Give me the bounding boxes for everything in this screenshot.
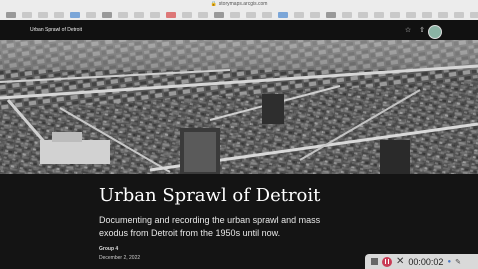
story-date: December 2, 2022 xyxy=(99,255,141,261)
bookmark-item[interactable] xyxy=(358,11,368,18)
bookmarks-bar xyxy=(6,10,478,19)
star-icon[interactable]: ☆ xyxy=(405,26,411,34)
bookmark-item[interactable] xyxy=(310,11,320,18)
bookmark-item[interactable] xyxy=(38,11,48,18)
bookmark-item[interactable] xyxy=(86,11,96,18)
bookmark-item[interactable] xyxy=(22,11,32,18)
bookmark-item[interactable] xyxy=(406,11,416,18)
story-subtitle: Documenting and recording the urban spra… xyxy=(99,215,321,238)
bookmark-item[interactable] xyxy=(278,11,288,18)
avatar[interactable] xyxy=(428,25,442,39)
pen-icon[interactable]: ✎ xyxy=(455,258,461,266)
stop-icon[interactable] xyxy=(371,258,378,265)
recording-timer: 00:00:02 xyxy=(408,256,444,267)
bookmark-item[interactable] xyxy=(470,11,478,18)
bookmark-item[interactable] xyxy=(374,11,384,18)
bookmark-item[interactable] xyxy=(182,11,192,18)
header-title: Urban Sprawl of Detroit xyxy=(30,27,82,33)
browser-chrome: 🔒 storymaps.arcgis.com xyxy=(0,0,478,20)
bookmark-item[interactable] xyxy=(294,11,304,18)
story-author: Group 4 xyxy=(99,246,119,252)
bookmark-item[interactable] xyxy=(134,11,144,18)
story-header: Urban Sprawl of Detroit ☆ ⇧ ⋯ xyxy=(0,20,478,40)
bookmark-item[interactable] xyxy=(70,11,80,18)
bookmark-item[interactable] xyxy=(214,11,224,18)
bookmark-item[interactable] xyxy=(246,11,256,18)
storymap-page: Urban Sprawl of Detroit ☆ ⇧ ⋯ xyxy=(0,20,478,269)
bookmark-item[interactable] xyxy=(326,11,336,18)
close-icon[interactable]: ✕ xyxy=(396,256,404,267)
mic-icon[interactable]: ● xyxy=(447,259,451,265)
address-bar-url: storymaps.arcgis.com xyxy=(218,1,268,7)
bookmark-item[interactable] xyxy=(422,11,432,18)
pause-icon[interactable] xyxy=(382,256,392,267)
bookmark-item[interactable] xyxy=(54,11,64,18)
share-icon[interactable]: ⇧ xyxy=(419,26,425,34)
story-title: Urban Sprawl of Detroit xyxy=(99,185,321,206)
hero-image xyxy=(0,40,478,174)
bookmark-item[interactable] xyxy=(198,11,208,18)
bookmark-item[interactable] xyxy=(150,11,160,18)
screen-recorder-controls: ✕ 00:00:02 ● ✎ xyxy=(365,254,478,269)
bookmark-item[interactable] xyxy=(102,11,112,18)
lock-icon: 🔒 xyxy=(210,1,217,7)
bookmark-item[interactable] xyxy=(342,11,352,18)
bookmark-item[interactable] xyxy=(438,11,448,18)
bookmark-item[interactable] xyxy=(166,11,176,18)
aerial-city-photo xyxy=(0,40,478,174)
address-bar[interactable]: 🔒 storymaps.arcgis.com xyxy=(0,0,478,8)
bookmark-item[interactable] xyxy=(454,11,464,18)
bookmark-item[interactable] xyxy=(118,11,128,18)
bookmark-item[interactable] xyxy=(230,11,240,18)
bookmark-item[interactable] xyxy=(262,11,272,18)
bookmark-item[interactable] xyxy=(390,11,400,18)
bookmark-item[interactable] xyxy=(6,11,16,18)
